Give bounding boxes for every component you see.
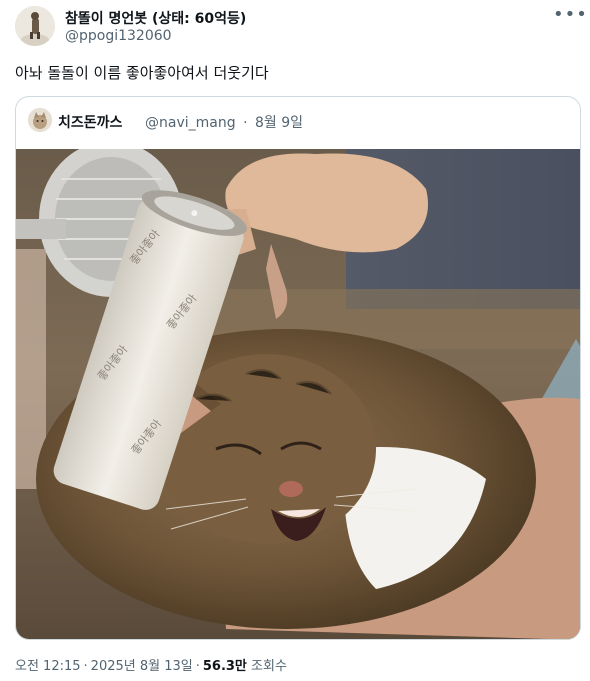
more-options-button[interactable]: ••• xyxy=(553,6,587,28)
tweet-footer: 오전 12:15 · 2025년 8월 13일 · 56.3만 조회수 xyxy=(15,655,287,674)
views-count: 56.3만 xyxy=(202,659,247,674)
quote-tweet-card[interactable]: 치즈돈까스 @navi_mang · 8월 9일 좋아좋아 좋아좋아 좋아좋아 … xyxy=(15,96,581,640)
quote-author-handle[interactable]: @navi_mang xyxy=(145,115,236,131)
quote-author-avatar[interactable] xyxy=(28,108,52,132)
views-label: 조회수 xyxy=(251,659,287,674)
cat-photo: 좋아좋아 좋아좋아 좋아좋아 좋아좋아 xyxy=(16,149,580,639)
quote-author-name[interactable]: 치즈돈까스 xyxy=(58,112,122,132)
tweet-header: 참똘이 명언봇 (상태: 60억등) @ppogi132060 ••• xyxy=(15,6,587,50)
quote-date[interactable]: 8월 9일 xyxy=(255,115,303,131)
footer-separator: · xyxy=(195,659,200,674)
quote-header: 치즈돈까스 @navi_mang · 8월 9일 xyxy=(28,108,568,132)
quote-media-image[interactable]: 좋아좋아 좋아좋아 좋아좋아 좋아좋아 xyxy=(16,149,580,639)
tweet-text: 아놔 돌돌이 이름 좋아좋아여서 더웃기다 xyxy=(15,64,269,82)
more-horizontal-icon: ••• xyxy=(553,4,588,25)
tweet-date[interactable]: 2025년 8월 13일 xyxy=(91,659,193,674)
author-avatar[interactable] xyxy=(15,6,55,46)
quote-meta: @navi_mang · 8월 9일 xyxy=(145,112,306,132)
tweet-time[interactable]: 오전 12:15 xyxy=(15,659,81,674)
cat-avatar-icon xyxy=(28,108,52,132)
avatar-image xyxy=(15,6,55,46)
author-display-name[interactable]: 참똘이 명언봇 (상태: 60억등) xyxy=(65,8,246,28)
quote-separator: · xyxy=(243,115,248,131)
footer-separator: · xyxy=(83,659,88,674)
author-handle[interactable]: @ppogi132060 xyxy=(65,28,172,44)
